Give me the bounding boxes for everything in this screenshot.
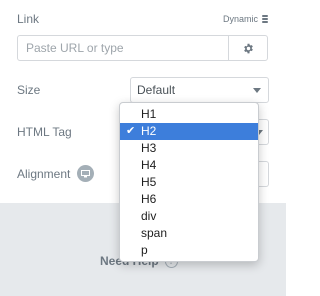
option-p[interactable]: p [120, 242, 258, 259]
chevron-down-icon [253, 88, 261, 93]
size-select-value: Default [137, 83, 176, 97]
option-h3[interactable]: H3 [120, 140, 258, 157]
url-field [17, 35, 268, 61]
checkmark-icon: ✔ [126, 125, 136, 137]
option-div[interactable]: div [120, 208, 258, 225]
responsive-device-icon[interactable] [77, 165, 94, 182]
url-input[interactable] [18, 36, 230, 60]
gear-icon [243, 43, 253, 53]
link-options-button[interactable] [228, 36, 267, 60]
link-label: Link [17, 12, 40, 26]
desktop-icon [81, 169, 90, 177]
dynamic-tags-button[interactable]: Dynamic [223, 14, 268, 24]
option-h5[interactable]: H5 [120, 174, 258, 191]
option-h2[interactable]: ✔ H2 [120, 123, 258, 140]
dynamic-label: Dynamic [222, 14, 258, 24]
option-h1[interactable]: H1 [120, 106, 258, 123]
alignment-label: Alignment [17, 167, 71, 181]
option-h6[interactable]: H6 [120, 191, 258, 208]
option-h4[interactable]: H4 [120, 157, 258, 174]
html-tag-label: HTML Tag [17, 125, 72, 139]
size-label: Size [17, 83, 41, 97]
option-span[interactable]: span [120, 225, 258, 242]
html-tag-dropdown: H1 ✔ H2 H3 H4 H5 H6 div span p [119, 102, 259, 262]
database-icon [262, 15, 268, 23]
size-select[interactable]: Default [130, 77, 269, 103]
